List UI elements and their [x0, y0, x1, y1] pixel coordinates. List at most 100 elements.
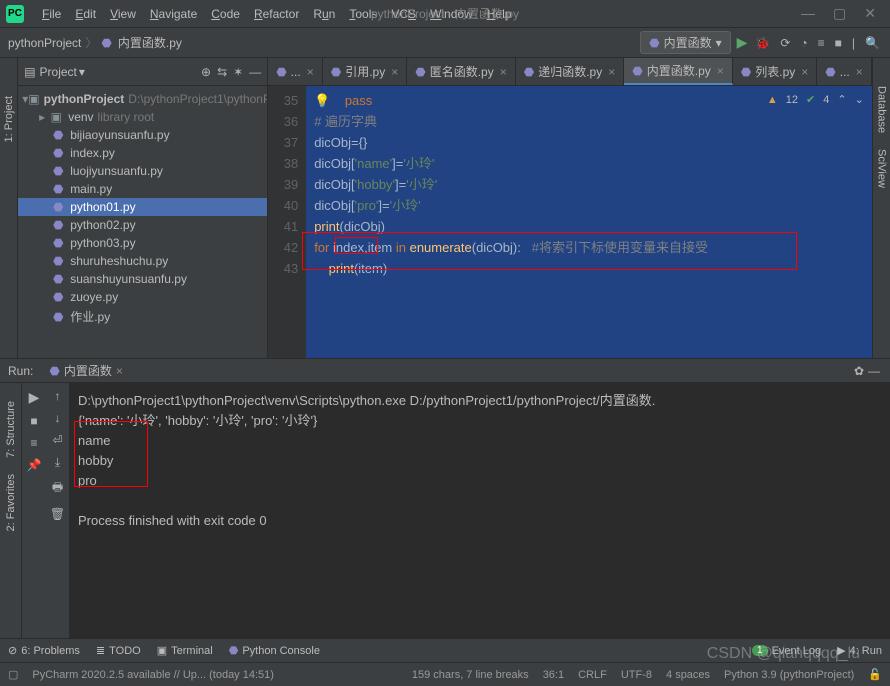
menu-file[interactable]: File	[36, 5, 67, 23]
menu-navigate[interactable]: Navigate	[144, 5, 203, 23]
tree-file[interactable]: ⬣index.py	[18, 144, 267, 162]
tool-todo[interactable]: ≣TODO	[96, 644, 141, 657]
sidebar-tab-favorites[interactable]: 2: Favorites	[3, 466, 19, 539]
tree-venv[interactable]: ▸ ▣ venv library root	[18, 108, 267, 126]
search-button[interactable]: 🔍	[863, 34, 882, 52]
tool-run[interactable]: ▶4: Run	[837, 644, 882, 657]
profile-button[interactable]: ◔	[798, 34, 809, 52]
sidebar-tab-sciview[interactable]: SciView	[873, 141, 889, 196]
python-icon: ⬣	[229, 644, 239, 657]
trash-button[interactable]: 🗑	[50, 507, 65, 521]
coverage-button[interactable]: ⟳	[778, 34, 792, 52]
tool-python-console[interactable]: ⬣Python Console	[229, 644, 320, 657]
editor-tab[interactable]: ⬣...×	[268, 58, 323, 85]
close-icon[interactable]: ×	[116, 364, 123, 378]
tool-problems[interactable]: ⊘6: Problems	[8, 644, 80, 657]
close-icon[interactable]: ×	[391, 65, 398, 79]
layout-button[interactable]: ≡	[30, 436, 37, 450]
tree-file[interactable]: ⬣python03.py	[18, 234, 267, 252]
run-label: Run:	[8, 364, 33, 378]
lightbulb-icon[interactable]: 💡	[314, 93, 330, 108]
pin-button[interactable]: 📌	[27, 458, 42, 472]
console-output[interactable]: D:\pythonProject1\pythonProject\venv\Scr…	[70, 383, 890, 638]
tree-root[interactable]: ▾ ▣ pythonProject D:\pythonProject1\pyth…	[18, 90, 267, 108]
tool-terminal[interactable]: ▣Terminal	[157, 644, 213, 657]
up-button[interactable]: ↑	[55, 389, 61, 403]
chevron-icon[interactable]: ⌄	[855, 90, 864, 111]
breadcrumb-file[interactable]: 内置函数.py	[118, 34, 182, 51]
maximize-button[interactable]: ▢	[833, 5, 846, 22]
status-interpreter[interactable]: Python 3.9 (pythonProject)	[724, 669, 854, 681]
quick-access-icon[interactable]: ▢	[8, 668, 18, 681]
menu-code[interactable]: Code	[205, 5, 246, 23]
hide-icon[interactable]: —	[866, 362, 882, 380]
lock-icon[interactable]: 🔓	[868, 668, 882, 681]
breadcrumb-root[interactable]: pythonProject	[8, 36, 81, 50]
tree-file[interactable]: ⬣bijiaoyunsuanfu.py	[18, 126, 267, 144]
status-update[interactable]: PyCharm 2020.2.5 available // Up... (tod…	[32, 669, 274, 681]
collapse-button[interactable]: ✶	[233, 65, 243, 79]
menu-run[interactable]: Run	[307, 5, 341, 23]
stop-button[interactable]: ■	[30, 414, 37, 428]
sidebar-tab-structure[interactable]: 7: Structure	[3, 393, 19, 466]
hide-button[interactable]: —	[249, 65, 261, 79]
editor-tab[interactable]: ⬣列表.py×	[733, 58, 818, 85]
chevron-icon[interactable]: ⌃	[837, 90, 846, 111]
status-line-sep[interactable]: CRLF	[578, 669, 607, 681]
editor-body[interactable]: 353637383940414243 ▲12 ✔4 ⌃ ⌄ 💡 pass # 遍…	[268, 86, 872, 358]
tree-file[interactable]: ⬣作业.py	[18, 306, 267, 327]
tree-file[interactable]: ⬣shuruheshuchu.py	[18, 252, 267, 270]
menu-edit[interactable]: Edit	[69, 5, 102, 23]
rerun-button[interactable]: ▶	[29, 389, 40, 406]
close-icon[interactable]: ×	[608, 65, 615, 79]
status-indent[interactable]: 4 spaces	[666, 669, 710, 681]
debug-button[interactable]: 🐞	[753, 34, 772, 52]
tree-file[interactable]: ⬣luojiyunsuanfu.py	[18, 162, 267, 180]
close-icon[interactable]: ×	[717, 64, 724, 78]
close-icon[interactable]: ×	[856, 65, 863, 79]
run-tab[interactable]: ⬣ 内置函数 ×	[43, 360, 129, 381]
stop-button[interactable]: ■	[833, 34, 844, 52]
minimize-button[interactable]: —	[801, 5, 815, 22]
close-button[interactable]: ✕	[864, 5, 876, 22]
wrap-button[interactable]: ⏎	[52, 433, 62, 447]
sidebar-tab-project[interactable]: 1: Project	[1, 88, 17, 150]
chevron-down-icon[interactable]: ▾	[79, 65, 85, 79]
run-config-dropdown[interactable]: ⬣ 内置函数 ▾	[640, 31, 731, 54]
breadcrumb[interactable]: pythonProject 〉 ⬣ 内置函数.py	[8, 34, 182, 51]
menu-view[interactable]: View	[104, 5, 142, 23]
concurrent-button[interactable]: ≡	[816, 34, 827, 52]
status-encoding[interactable]: UTF-8	[621, 669, 652, 681]
print-button[interactable]: 🖶	[52, 478, 63, 499]
event-log[interactable]: 1Event Log	[752, 645, 821, 657]
gear-icon[interactable]: ✿	[852, 362, 866, 380]
tree-file[interactable]: ⬣zuoye.py	[18, 288, 267, 306]
editor-tab[interactable]: ⬣递归函数.py×	[516, 58, 625, 85]
close-icon[interactable]: ×	[307, 65, 314, 79]
expand-button[interactable]: ⇆	[217, 65, 227, 79]
scroll-button[interactable]: ⤓	[55, 455, 60, 470]
locate-button[interactable]: ⊕	[201, 65, 211, 79]
inspection-widget[interactable]: ▲12 ✔4 ⌃ ⌄	[767, 90, 864, 111]
status-position[interactable]: 36:1	[543, 669, 564, 681]
close-icon[interactable]: ×	[500, 65, 507, 79]
console-line: Process finished with exit code 0	[78, 511, 882, 531]
project-tree[interactable]: ▾ ▣ pythonProject D:\pythonProject1\pyth…	[18, 86, 267, 331]
editor-tab[interactable]: ⬣引用.py×	[323, 58, 408, 85]
menu-refactor[interactable]: Refactor	[248, 5, 305, 23]
editor-tab[interactable]: ⬣...×	[817, 58, 872, 85]
close-icon[interactable]: ×	[801, 65, 808, 79]
tree-file[interactable]: ⬣main.py	[18, 180, 267, 198]
tree-file[interactable]: ⬣python02.py	[18, 216, 267, 234]
code-area[interactable]: ▲12 ✔4 ⌃ ⌄ 💡 pass # 遍历字典 dicObj={} dicOb…	[306, 86, 872, 358]
editor-tab[interactable]: ⬣匿名函数.py×	[407, 58, 516, 85]
python-icon: ⬣	[49, 364, 59, 378]
editor-tab[interactable]: ⬣内置函数.py×	[624, 58, 733, 85]
tree-file[interactable]: ⬣suanshuyunsuanfu.py	[18, 270, 267, 288]
sidebar-tab-database[interactable]: Database	[873, 78, 889, 141]
tree-file-name: index.py	[70, 146, 115, 160]
down-button[interactable]: ↓	[55, 411, 61, 425]
run-button[interactable]: ▶	[737, 34, 748, 51]
tree-file[interactable]: ⬣python01.py	[18, 198, 267, 216]
arrow-right-icon[interactable]: ▸	[36, 110, 48, 124]
